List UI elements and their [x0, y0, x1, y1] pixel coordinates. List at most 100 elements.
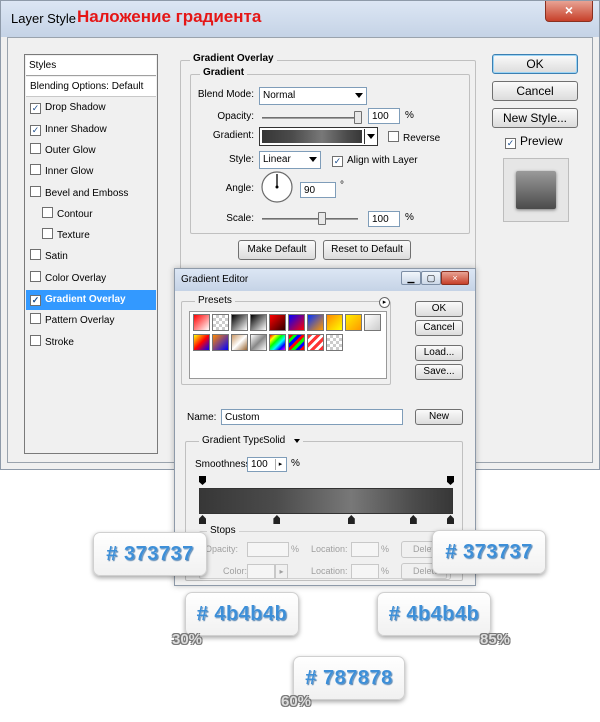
angle-input[interactable]: 90: [300, 182, 336, 198]
gradient-preset-swatch[interactable]: [326, 334, 343, 351]
gradient-overlay-title: Gradient Overlay: [190, 53, 277, 64]
stop-opacity-location-unit: %: [381, 544, 390, 554]
gradient-dropdown-button[interactable]: [364, 129, 377, 144]
close-icon[interactable]: ×: [545, 1, 593, 22]
gradient-preview[interactable]: [262, 130, 362, 143]
reverse-checkbox[interactable]: Reverse: [388, 131, 440, 144]
ok-button[interactable]: OK: [492, 54, 578, 74]
style-item[interactable]: ✓ Inner Shadow: [26, 120, 156, 140]
maximize-icon[interactable]: ▢: [421, 271, 441, 285]
gradient-preset-swatch[interactable]: [250, 314, 267, 331]
style-item[interactable]: Satin: [26, 247, 156, 267]
gradient-preset-swatch[interactable]: [231, 314, 248, 331]
chevron-right-icon[interactable]: ▸: [275, 459, 285, 470]
style-item[interactable]: Color Overlay: [26, 269, 156, 289]
blend-mode-select[interactable]: Normal: [259, 87, 367, 105]
scale-input[interactable]: 100: [368, 211, 400, 227]
gradient-preset-swatch[interactable]: [288, 334, 305, 351]
style-item[interactable]: Blending Options: Default: [26, 77, 156, 97]
presets-menu-icon[interactable]: ▸: [379, 297, 390, 308]
align-with-layer-checkbox[interactable]: ✓ Align with Layer: [332, 154, 418, 167]
style-item[interactable]: ✓ Drop Shadow: [26, 98, 156, 118]
editor-cancel-button[interactable]: Cancel: [415, 320, 463, 336]
checkbox-icon[interactable]: [30, 142, 41, 154]
gradient-bar[interactable]: [199, 488, 453, 514]
checkbox-icon[interactable]: [30, 334, 41, 346]
style-item[interactable]: Stroke: [26, 333, 156, 353]
gradient-preset-swatch[interactable]: [364, 314, 381, 331]
styles-header[interactable]: Styles: [26, 56, 156, 76]
gradient-preset-swatch[interactable]: [326, 314, 343, 331]
gradient-type-select[interactable]: Solid: [263, 435, 303, 449]
checkbox-icon[interactable]: [30, 249, 41, 261]
gradient-name-input[interactable]: Custom: [221, 409, 403, 425]
style-item[interactable]: Contour: [26, 205, 156, 225]
editor-save-button[interactable]: Save...: [415, 364, 463, 380]
cancel-button[interactable]: Cancel: [492, 81, 578, 101]
smoothness-input[interactable]: 100 ▸: [247, 457, 287, 472]
scale-slider-track[interactable]: [262, 218, 358, 220]
style-item-label: Bevel and Emboss: [45, 187, 129, 199]
callout-pct-85: 85%: [480, 631, 511, 648]
stop-color-label: Color:: [223, 566, 248, 576]
style-item[interactable]: Bevel and Emboss: [26, 184, 156, 204]
gradient-preset-swatch[interactable]: [193, 314, 210, 331]
style-item-label: Blending Options: Default: [30, 81, 144, 92]
gradient-preset-swatch[interactable]: [212, 314, 229, 331]
gradient-preset-swatch[interactable]: [250, 334, 267, 351]
style-item-label: Drop Shadow: [45, 102, 106, 114]
checkbox-icon[interactable]: [30, 270, 41, 282]
chevron-right-icon[interactable]: ▸: [275, 564, 288, 579]
checkbox-checked-icon[interactable]: ✓: [30, 124, 41, 136]
stop-opacity-input[interactable]: [247, 542, 289, 557]
chevron-down-icon: [294, 439, 300, 443]
checkbox-checked-icon[interactable]: ✓: [30, 295, 41, 306]
checkbox-icon[interactable]: [30, 313, 41, 325]
window-title-ru: Наложение градиента: [77, 7, 262, 26]
gradient-preset-swatch[interactable]: [345, 314, 362, 331]
gradient-preset-swatch[interactable]: [307, 314, 324, 331]
gradient-preset-swatch[interactable]: [269, 314, 286, 331]
gradient-preset-swatch[interactable]: [269, 334, 286, 351]
make-default-button[interactable]: Make Default: [238, 240, 316, 260]
style-item[interactable]: Outer Glow: [26, 141, 156, 161]
new-style-button[interactable]: New Style...: [492, 108, 578, 128]
opacity-input[interactable]: 100: [368, 108, 400, 124]
chevron-down-icon: [355, 93, 363, 98]
style-item[interactable]: Inner Glow: [26, 162, 156, 182]
opacity-slider-thumb[interactable]: [354, 111, 362, 124]
checkbox-icon[interactable]: [42, 206, 53, 218]
gradient-preset-swatch[interactable]: [307, 334, 324, 351]
angle-dial-icon[interactable]: [260, 170, 294, 204]
editor-load-button[interactable]: Load...: [415, 345, 463, 361]
style-item-label: Pattern Overlay: [45, 315, 115, 327]
stop-color-location-input[interactable]: [351, 564, 379, 579]
gradient-picker[interactable]: [259, 127, 378, 146]
style-item[interactable]: Texture: [26, 226, 156, 246]
preview-checkbox[interactable]: ✓ Preview: [505, 134, 563, 149]
minimize-icon[interactable]: ▁: [401, 271, 421, 285]
callout-hex-85: # 4b4b4b: [377, 592, 491, 636]
scale-slider-thumb[interactable]: [318, 212, 326, 225]
stop-color-swatch[interactable]: [247, 564, 275, 579]
editor-ok-button[interactable]: OK: [415, 301, 463, 317]
gradient-preset-swatch[interactable]: [288, 314, 305, 331]
gradient-preset-swatch[interactable]: [212, 334, 229, 351]
gradient-preset-swatch[interactable]: [193, 334, 210, 351]
style-select[interactable]: Linear: [259, 151, 321, 169]
reset-to-default-button[interactable]: Reset to Default: [323, 240, 411, 260]
checkbox-icon[interactable]: [30, 185, 41, 197]
opacity-label: Opacity:: [217, 111, 254, 122]
checkbox-icon[interactable]: [42, 228, 53, 240]
checkbox-icon[interactable]: [30, 164, 41, 176]
close-icon[interactable]: ×: [441, 271, 469, 285]
checkbox-checked-icon[interactable]: ✓: [30, 103, 41, 115]
style-item-label: Texture: [57, 230, 90, 242]
stop-opacity-location-input[interactable]: [351, 542, 379, 557]
gradient-preset-swatch[interactable]: [231, 334, 248, 351]
opacity-slider-track[interactable]: [262, 117, 362, 119]
new-gradient-button[interactable]: New: [415, 409, 463, 425]
angle-unit: °: [340, 180, 344, 191]
style-item[interactable]: Pattern Overlay: [26, 311, 156, 331]
style-item[interactable]: ✓ Gradient Overlay: [26, 290, 156, 310]
